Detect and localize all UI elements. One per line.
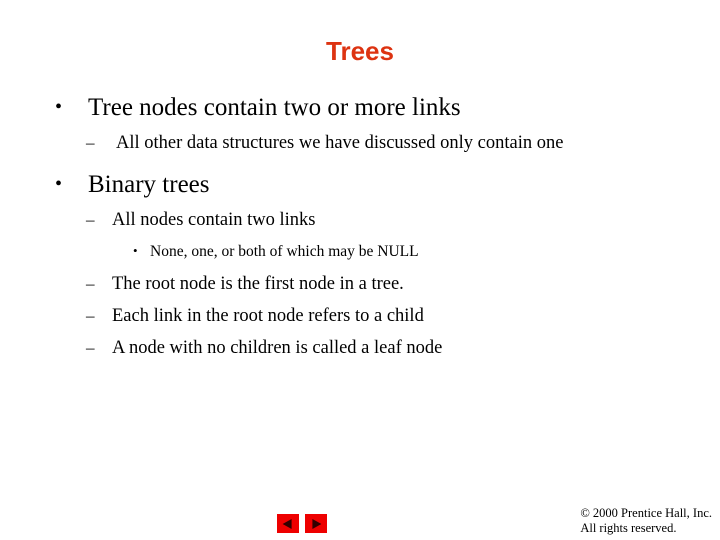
- list-item-label: None, one, or both of which may be NULL: [150, 243, 419, 260]
- slide-canvas: Trees • Tree nodes contain two or more li…: [0, 0, 720, 540]
- list-item: – The root node is the first node in a tr…: [0, 268, 720, 300]
- list-item: • Binary trees: [0, 165, 720, 204]
- copyright-line-2: All rights reserved.: [580, 521, 677, 535]
- bullet-marker: •: [55, 173, 63, 195]
- bullet-marker: –: [86, 338, 95, 357]
- list-item: – Each link in the root node refers to a …: [0, 300, 720, 332]
- list-item-label: Tree nodes contain two or more links: [88, 94, 461, 121]
- bullet-marker: –: [86, 133, 95, 152]
- list-item: – All nodes contain two links: [0, 204, 720, 236]
- bullet-marker: •: [55, 96, 63, 118]
- bullet-list: • Tree nodes contain two or more links – A…: [0, 88, 720, 364]
- triangle-right-icon: [312, 518, 322, 529]
- list-item: – All other data structures we have discu…: [0, 127, 720, 159]
- list-item: • None, one, or both of which may be NULL: [0, 236, 720, 267]
- list-item: – A node with no children is called a lea…: [0, 332, 720, 364]
- list-item-label: All other data structures we have discus…: [116, 133, 564, 153]
- triangle-left-icon: [282, 518, 292, 529]
- page-title: Trees: [326, 36, 394, 66]
- list-item-label: The root node is the first node in a tre…: [112, 274, 404, 294]
- list-item: • Tree nodes contain two or more links: [0, 88, 720, 127]
- previous-slide-button[interactable]: [277, 514, 299, 533]
- list-item-label: Binary trees: [88, 171, 210, 198]
- copyright-notice: © 2000 Prentice Hall, Inc. All rights re…: [580, 506, 712, 536]
- bullet-marker: –: [86, 210, 95, 229]
- bullet-marker: •: [133, 243, 138, 258]
- list-item-label: All nodes contain two links: [112, 210, 316, 230]
- copyright-line-1: © 2000 Prentice Hall, Inc.: [580, 506, 712, 520]
- list-item-label: A node with no children is called a leaf…: [112, 338, 443, 358]
- list-item-label: Each link in the root node refers to a c…: [112, 306, 424, 326]
- slide-navigation: [277, 514, 333, 534]
- next-slide-button[interactable]: [305, 514, 327, 533]
- bullet-marker: –: [86, 274, 95, 293]
- bullet-marker: –: [86, 306, 95, 325]
